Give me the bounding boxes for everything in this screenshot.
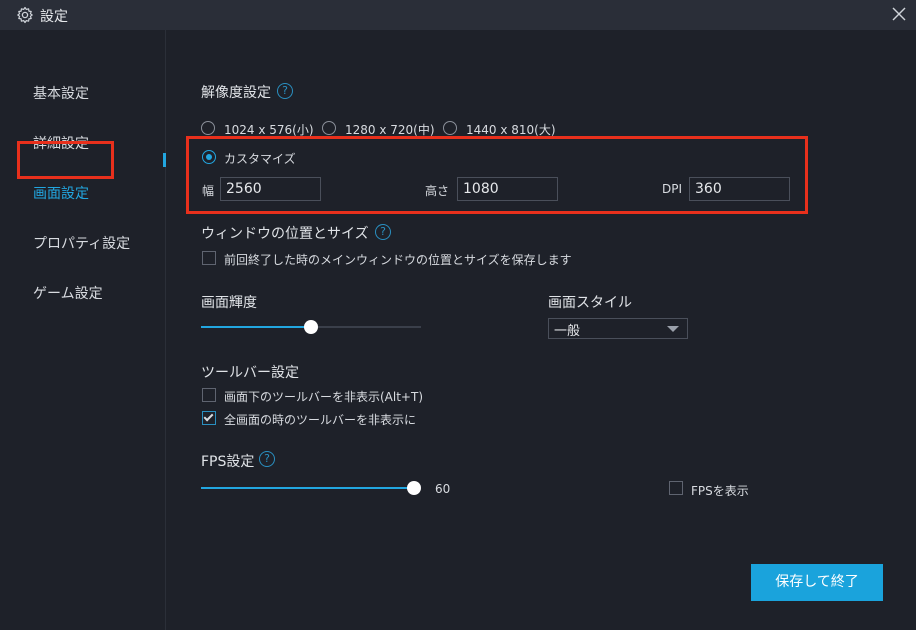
check-icon	[203, 411, 214, 422]
brightness-heading: 画面輝度	[201, 295, 257, 311]
brightness-slider-knob[interactable]	[304, 320, 318, 334]
close-icon[interactable]	[890, 5, 908, 23]
save-window-position-label[interactable]: 前回終了した時のメインウィンドウの位置とサイズを保存します	[224, 251, 572, 268]
sidebar-item-basic[interactable]: 基本設定	[33, 83, 89, 103]
sidebar-item-display[interactable]: 画面設定	[33, 183, 89, 203]
sidebar-active-indicator	[163, 153, 166, 167]
chevron-down-icon	[667, 326, 679, 332]
window-position-help-icon[interactable]: ?	[375, 224, 391, 240]
screen-style-select[interactable]: 一般	[548, 318, 688, 339]
sidebar	[0, 30, 166, 630]
sidebar-highlight-box	[17, 141, 114, 179]
fps-heading: FPS設定	[201, 454, 255, 470]
brightness-slider-fill	[201, 326, 311, 328]
resolution-custom-label[interactable]: カスタマイズ	[224, 150, 296, 167]
width-input[interactable]	[220, 177, 321, 201]
hide-fullscreen-toolbar-label[interactable]: 全画面の時のツールバーを非表示に	[224, 411, 416, 428]
fps-slider-track[interactable]	[201, 487, 414, 489]
title-bar: 設定	[0, 0, 916, 30]
resolution-help-icon[interactable]: ?	[277, 83, 293, 99]
window-position-heading: ウィンドウの位置とサイズ	[201, 226, 369, 242]
save-and-exit-button[interactable]: 保存して終了	[751, 564, 883, 601]
height-label: 高さ	[425, 184, 450, 198]
sidebar-item-game[interactable]: ゲーム設定	[33, 283, 103, 303]
dpi-label: DPI	[662, 182, 683, 196]
fps-slider-fill	[201, 487, 414, 489]
resolution-heading: 解像度設定	[201, 85, 271, 101]
fps-value: 60	[435, 482, 451, 496]
fps-slider-knob[interactable]	[407, 481, 421, 495]
resolution-option-large-radio[interactable]	[443, 121, 457, 135]
height-input[interactable]	[457, 177, 558, 201]
hide-fullscreen-toolbar-checkbox[interactable]	[202, 411, 216, 425]
screen-style-heading: 画面スタイル	[548, 295, 632, 311]
sidebar-item-properties[interactable]: プロパティ設定	[33, 233, 130, 253]
gear-icon	[17, 6, 33, 24]
hide-bottom-toolbar-checkbox[interactable]	[202, 388, 216, 402]
toolbar-heading: ツールバー設定	[201, 365, 299, 381]
screen-style-value: 一般	[554, 324, 581, 339]
save-window-position-checkbox[interactable]	[202, 251, 216, 265]
show-fps-label[interactable]: FPSを表示	[691, 482, 749, 499]
hide-bottom-toolbar-label[interactable]: 画面下のツールバーを非表示(Alt+T)	[224, 388, 423, 405]
resolution-option-small-radio[interactable]	[201, 121, 215, 135]
window-title: 設定	[40, 9, 68, 25]
custom-resolution-highlight-box	[186, 136, 808, 214]
width-label: 幅	[202, 184, 215, 198]
dpi-input[interactable]	[689, 177, 790, 201]
resolution-option-medium-radio[interactable]	[322, 121, 336, 135]
resolution-custom-radio[interactable]	[202, 150, 216, 164]
show-fps-checkbox[interactable]	[669, 481, 683, 495]
fps-help-icon[interactable]: ?	[259, 451, 275, 467]
